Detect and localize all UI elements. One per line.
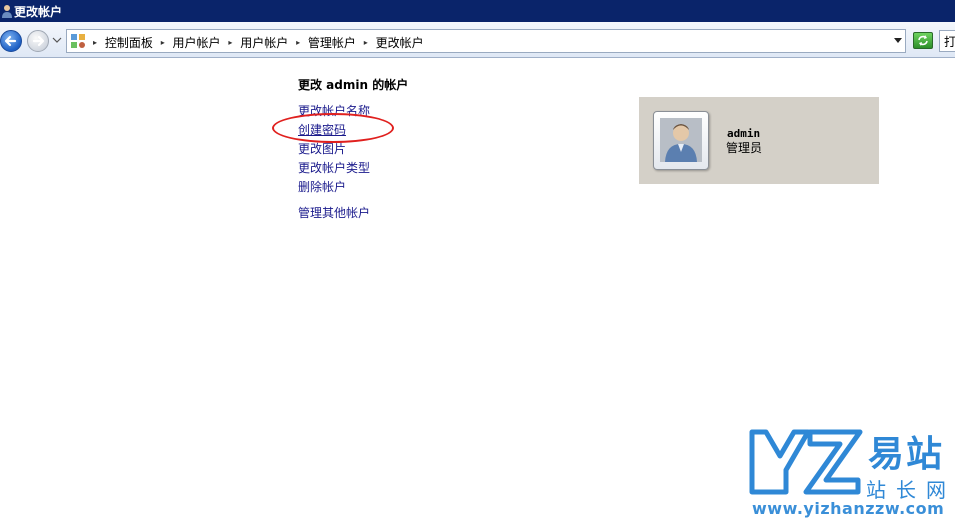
breadcrumb-user-accounts[interactable]: 用户帐户 xyxy=(173,34,221,51)
breadcrumb-manage-accounts[interactable]: 管理帐户 xyxy=(308,34,356,51)
search-placeholder: 打 xyxy=(944,35,955,49)
user-avatar-icon xyxy=(660,118,702,162)
account-type: 管理员 xyxy=(726,141,763,155)
user-accounts-icon xyxy=(2,5,12,18)
chevron-right-icon[interactable]: ▸ xyxy=(228,38,232,47)
account-card: admin 管理员 xyxy=(639,97,879,184)
chevron-right-icon[interactable]: ▸ xyxy=(296,38,300,47)
address-toolbar: ▸ 控制面板 ▸ 用户帐户 ▸ 用户帐户 ▸ 管理帐户 ▸ 更改帐户 打 xyxy=(0,22,955,58)
control-panel-icon xyxy=(71,34,85,48)
page-title: 更改 admin 的帐户 xyxy=(298,78,409,92)
address-field[interactable]: ▸ 控制面板 ▸ 用户帐户 ▸ 用户帐户 ▸ 管理帐户 ▸ 更改帐户 xyxy=(66,29,906,53)
chevron-right-icon[interactable]: ▸ xyxy=(93,38,97,47)
avatar xyxy=(653,111,709,170)
refresh-icon xyxy=(918,35,928,46)
forward-button[interactable] xyxy=(27,30,49,52)
chevron-right-icon[interactable]: ▸ xyxy=(161,38,165,47)
breadcrumb-control-panel[interactable]: 控制面板 xyxy=(105,34,153,51)
highlight-annotation xyxy=(272,113,394,143)
forward-arrow-icon xyxy=(32,35,45,47)
change-account-type-link[interactable]: 更改帐户类型 xyxy=(298,159,370,176)
recent-pages-dropdown-icon[interactable] xyxy=(51,34,63,46)
breadcrumb-change-account[interactable]: 更改帐户 xyxy=(376,34,424,51)
address-dropdown-icon[interactable] xyxy=(893,37,903,45)
back-arrow-icon xyxy=(4,35,17,47)
search-input[interactable]: 打 xyxy=(939,30,955,52)
watermark-url: www.yizhanzzw.com xyxy=(752,499,945,518)
refresh-button[interactable] xyxy=(913,32,933,49)
window-title: 更改帐户 xyxy=(14,5,63,19)
manage-other-accounts-link[interactable]: 管理其他帐户 xyxy=(298,204,370,221)
back-button[interactable] xyxy=(0,30,22,52)
breadcrumb-user-accounts-2[interactable]: 用户帐户 xyxy=(240,34,288,51)
delete-account-link[interactable]: 删除帐户 xyxy=(298,178,346,195)
watermark-title: 易站 xyxy=(868,434,945,475)
breadcrumb: ▸ 控制面板 ▸ 用户帐户 ▸ 用户帐户 ▸ 管理帐户 ▸ 更改帐户 xyxy=(89,34,424,51)
chevron-right-icon[interactable]: ▸ xyxy=(364,38,368,47)
window-titlebar: 更改帐户 xyxy=(0,0,955,22)
